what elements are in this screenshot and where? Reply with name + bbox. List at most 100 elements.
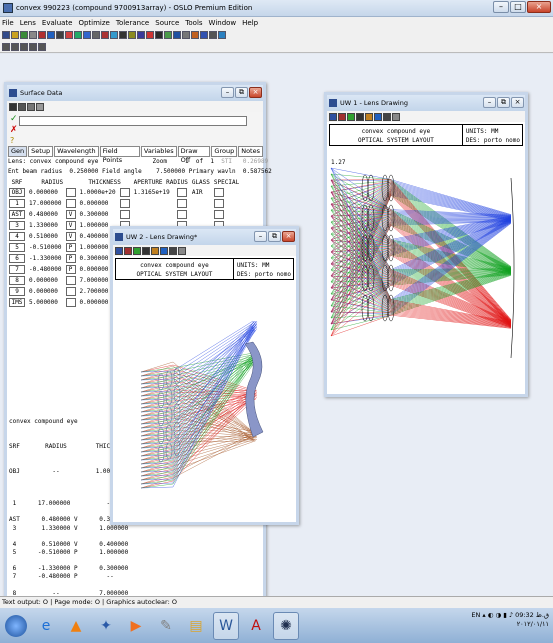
acrobat-icon[interactable]: A (243, 612, 269, 640)
close-button[interactable]: × (282, 231, 295, 242)
surface-number[interactable]: 9 (9, 287, 25, 296)
word-icon[interactable]: W (213, 611, 239, 640)
thickness-value[interactable]: 0.300000 (80, 255, 109, 262)
toolbar-icon[interactable] (392, 112, 400, 121)
toolbar-icon[interactable] (83, 31, 91, 39)
toolbar-icon[interactable] (2, 42, 10, 51)
vlc-icon[interactable]: ▲ (63, 612, 89, 640)
toolbar-icon[interactable] (169, 246, 177, 255)
special-button[interactable] (213, 210, 224, 219)
radius-value[interactable]: 17.000000 (29, 200, 62, 207)
toolbar-icon[interactable] (74, 31, 82, 39)
close-button[interactable]: × (249, 87, 262, 98)
menu-source[interactable]: Source (155, 19, 179, 27)
toolbar-icon[interactable] (218, 31, 226, 39)
thickness-value[interactable]: 1.000000 (80, 222, 109, 229)
folder-icon[interactable]: ▤ (183, 612, 209, 640)
toolbar-icon[interactable] (56, 31, 64, 39)
radius-solve-flag[interactable] (65, 188, 76, 197)
primary-wavln-value[interactable]: 0.587562 (243, 168, 272, 175)
menu-file[interactable]: File (2, 19, 14, 27)
lens-drawing-2-canvas[interactable] (113, 282, 292, 520)
toolbar-icon[interactable] (146, 31, 154, 39)
toolbar-icon[interactable] (119, 31, 127, 39)
menu-lens[interactable]: Lens (20, 19, 36, 27)
special-button[interactable] (213, 188, 224, 197)
menu-optimize[interactable]: Optimize (78, 19, 109, 27)
language-indicator[interactable]: EN (471, 611, 480, 619)
radius-value[interactable]: -0.510000 (29, 244, 62, 251)
start-button[interactable] (3, 612, 29, 640)
thickness-value[interactable]: 0.000000 (80, 299, 109, 306)
thickness-value[interactable]: 0.000000 (80, 200, 109, 207)
accept-check-icon[interactable]: ✓ (10, 114, 18, 124)
surface-data-titlebar[interactable]: Surface Data – ⧉ × (7, 85, 263, 101)
toolbar-icon[interactable] (164, 31, 172, 39)
toolbar-icon[interactable] (38, 42, 46, 51)
surface-number[interactable]: AST (9, 210, 25, 219)
tab-gen[interactable]: Gen (8, 146, 28, 157)
field-angle-value[interactable]: 7.500000 (156, 168, 185, 175)
toolbar-icon[interactable] (347, 112, 355, 121)
toolbar-icon[interactable] (178, 246, 186, 255)
toolbar-icon[interactable] (338, 112, 346, 121)
radius-solve-flag[interactable]: V (65, 221, 76, 230)
aperture-solve-flag[interactable] (176, 210, 187, 219)
radius-solve-flag[interactable] (65, 298, 76, 307)
toolbar-icon[interactable] (110, 31, 118, 39)
aperture-solve-flag[interactable] (176, 188, 187, 197)
toolbar-icon[interactable] (20, 31, 28, 39)
toolbar-icon[interactable] (11, 31, 19, 39)
surface-number[interactable]: 3 (9, 221, 25, 230)
toolbar-icon[interactable] (209, 31, 217, 39)
surface-number[interactable]: 8 (9, 276, 25, 285)
toolbar-icon[interactable] (374, 112, 382, 121)
toolbar-icon[interactable] (191, 31, 199, 39)
surface-number[interactable]: 5 (9, 243, 25, 252)
toolbar-icon[interactable] (383, 112, 391, 121)
menu-tools[interactable]: Tools (185, 19, 202, 27)
toolbar-icon[interactable] (142, 246, 150, 255)
toolbar-icon[interactable] (365, 112, 373, 121)
toolbar-icon[interactable] (160, 246, 168, 255)
restore-button[interactable]: ⧉ (497, 97, 510, 108)
minimize-button[interactable]: – (221, 87, 234, 98)
special-button[interactable] (213, 199, 224, 208)
restore-button[interactable]: ⧉ (268, 231, 281, 242)
radius-solve-flag[interactable]: V (65, 232, 76, 241)
aperture-solve-flag[interactable] (176, 199, 187, 208)
radius-value[interactable]: 0.510000 (29, 233, 58, 240)
radius-value[interactable]: 0.000000 (29, 277, 58, 284)
toolbar-icon[interactable] (115, 246, 123, 255)
explorer-icon[interactable]: ✦ (93, 612, 119, 640)
radius-solve-flag[interactable]: P (65, 254, 76, 263)
help-icon[interactable]: ? (10, 136, 14, 145)
surface-row[interactable]: 1 17.000000 0.000000 (7, 198, 241, 209)
thickness-value[interactable]: 1.000000 (80, 244, 109, 251)
maximize-button[interactable]: □ (510, 1, 526, 13)
restore-button[interactable]: ⧉ (235, 87, 248, 98)
surface-number[interactable]: 1 (9, 199, 25, 208)
toolbar-icon[interactable] (92, 31, 100, 39)
radius-value[interactable]: -0.480000 (29, 266, 62, 273)
cancel-x-icon[interactable]: ✗ (10, 125, 18, 135)
menu-tolerance[interactable]: Tolerance (116, 19, 149, 27)
radius-solve-flag[interactable]: P (65, 243, 76, 252)
tab-wavelength[interactable]: Wavelength (54, 146, 99, 157)
radius-value[interactable]: 0.000000 (29, 288, 58, 295)
toolbar-icon[interactable] (2, 31, 10, 39)
thickness-value[interactable]: 1.0000e+20 (80, 189, 116, 196)
toolbar-icon[interactable] (128, 31, 136, 39)
ie-icon[interactable]: e (33, 612, 59, 640)
radius-value[interactable]: 0.480000 (29, 211, 58, 218)
tab-draw-off[interactable]: Draw Off (177, 146, 211, 164)
toolbar-icon[interactable] (11, 42, 19, 51)
toolbar-icon[interactable] (101, 31, 109, 39)
radius-solve-flag[interactable]: V (65, 210, 76, 219)
radius-value[interactable]: 1.330000 (29, 222, 58, 229)
toolbar-icon[interactable] (9, 102, 17, 111)
toolbar-icon[interactable] (29, 31, 37, 39)
toolbar-icon[interactable] (47, 31, 55, 39)
surface-row[interactable]: OBJ 0.000000 1.0000e+20 1.3165e+19 AIR (7, 187, 241, 198)
command-input[interactable] (19, 116, 247, 126)
